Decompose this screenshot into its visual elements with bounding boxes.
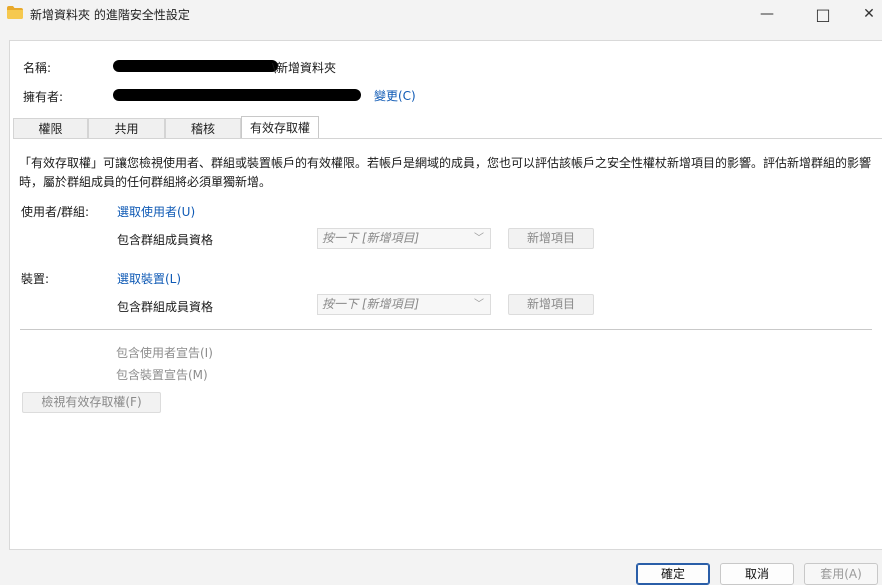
redacted-owner [113, 89, 361, 101]
owner-label: 擁有者: [23, 90, 64, 104]
maximize-button[interactable]: □ [800, 0, 846, 28]
chevron-down-icon: ﹀ [474, 233, 484, 244]
redacted-path [113, 60, 278, 72]
device-include-group-label: 包含群組成員資格 [117, 300, 214, 314]
device-label: 裝置: [21, 272, 50, 286]
user-group-label: 使用者/群組: [21, 205, 90, 219]
close-button[interactable]: ✕ [846, 0, 882, 28]
device-add-item-button[interactable]: 新增項目 [508, 294, 594, 315]
include-device-claims-option[interactable]: 包含裝置宣告(M) [116, 366, 208, 383]
name-value-suffix: \新增資料夾 [272, 61, 337, 75]
apply-button[interactable]: 套用(A) [804, 563, 878, 585]
include-user-claims-option[interactable]: 包含使用者宣告(I) [116, 344, 213, 361]
tab-auditing[interactable]: 稽核 [165, 118, 241, 139]
dialog-panel: 名稱: \新增資料夾 擁有者: 變更(C) 權限 共用 稽核 有效存取權 「有效… [9, 40, 882, 550]
chevron-down-icon: ﹀ [474, 299, 484, 310]
cancel-button[interactable]: 取消 [720, 563, 794, 585]
folder-icon [7, 6, 23, 19]
select-user-link[interactable]: 選取使用者(U) [117, 203, 195, 220]
user-include-group-label: 包含群組成員資格 [117, 233, 214, 247]
name-label: 名稱: [23, 61, 52, 75]
select-device-link[interactable]: 選取裝置(L) [117, 270, 181, 287]
section-separator [20, 329, 872, 330]
device-group-combo-value: 按一下 [新增項目] [322, 297, 420, 311]
tab-permissions[interactable]: 權限 [13, 118, 88, 139]
user-group-combo-value: 按一下 [新增項目] [322, 231, 420, 245]
user-add-item-button[interactable]: 新增項目 [508, 228, 594, 249]
description-text: 「有效存取權」可讓您檢視使用者、群組或裝置帳戶的有效權限。若帳戶是網域的成員，您… [19, 156, 872, 189]
tab-divider [13, 138, 882, 139]
window-title: 新增資料夾 的進階安全性設定 [30, 8, 190, 22]
maximize-icon: □ [815, 4, 831, 24]
minimize-button[interactable]: — [744, 0, 790, 28]
tab-sharing[interactable]: 共用 [88, 118, 165, 139]
change-owner-link[interactable]: 變更(C) [374, 87, 416, 104]
user-group-combo[interactable]: 按一下 [新增項目] ﹀ [317, 228, 491, 249]
view-effective-access-button[interactable]: 檢視有效存取權(F) [22, 392, 161, 413]
tab-effective-access[interactable]: 有效存取權 [241, 116, 319, 138]
close-icon: ✕ [863, 6, 875, 22]
device-group-combo[interactable]: 按一下 [新增項目] ﹀ [317, 294, 491, 315]
ok-button[interactable]: 確定 [636, 563, 710, 585]
minimize-icon: — [760, 6, 774, 22]
title-bar[interactable]: 新增資料夾 的進階安全性設定 — □ ✕ [0, 0, 882, 28]
